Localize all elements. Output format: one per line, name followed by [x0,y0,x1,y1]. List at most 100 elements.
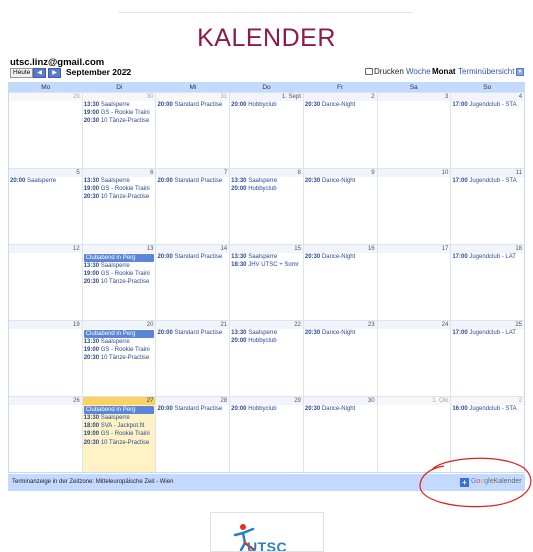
day-cell[interactable]: 15 13:30 Saalsperre 18:30 JHV UTSC + Somr [229,245,303,320]
day-cell[interactable]: 1. Sept 20:00 Hobbyclub [229,93,303,168]
day-cell[interactable]: 17 [376,245,451,320]
day-cell[interactable]: 29 20:00 Hobbyclub [229,397,303,472]
day-cell[interactable]: 14 20:00 Standard Practise [155,245,230,320]
day-number[interactable]: 21 [156,321,230,329]
day-number[interactable]: 1. Okt [377,397,451,405]
day-number[interactable]: 30 [303,397,377,405]
day-number[interactable]: 11 [451,169,525,177]
day-cell[interactable]: 2 20:30 Dance-Night [302,93,377,168]
day-cell[interactable]: 2 16:00 Jugendclub - STA [450,397,525,472]
day-number[interactable]: 19 [9,321,82,329]
calendar-event[interactable]: 18:00 SVA - Jackpot.fit [83,422,156,430]
day-cell[interactable]: 16 20:30 Dance-Night [302,245,377,320]
day-cell-today[interactable]: 27 Clubabend in Perg 13:30 Saalsperre 18:00… [81,397,156,472]
day-cell[interactable]: 18 17:00 Jugendclub - LAT [450,245,525,320]
calendar-event[interactable]: 18:30 JHV UTSC + Somr [230,261,303,269]
tab-week[interactable]: Woche [406,67,431,76]
day-number[interactable]: 2 [451,397,525,405]
all-day-event[interactable]: Clubabend in Perg [83,254,155,262]
day-cell[interactable]: 30 13:30 Saalsperre 19:00 GS - Rookie Trai… [81,93,156,168]
day-number[interactable]: 29 [230,397,303,405]
calendar-event[interactable]: 20:00 Standard Practise [156,101,229,109]
google-calendar-badge[interactable]: + GoogleKalender [460,478,522,487]
day-cell[interactable]: 26 [9,397,82,472]
day-number[interactable]: 29 [9,93,82,101]
calendar-event[interactable]: 20:00 Hobbyclub [230,101,303,109]
calendar-event[interactable]: 20:00 Standard Practise [156,329,229,337]
day-cell[interactable]: 3 [376,93,451,168]
day-number[interactable]: 28 [156,397,230,405]
tab-agenda[interactable]: Terminübersicht [458,67,514,76]
calendar-event[interactable]: 20:00 Saalsperre [9,177,82,185]
day-cell[interactable]: 24 [376,321,451,396]
calendar-event[interactable]: 17:00 Jugendclub - LAT [451,329,524,337]
day-cell[interactable]: 21 20:00 Standard Practise [155,321,230,396]
calendar-event[interactable]: 17:00 Jugendclub - STA [451,101,524,109]
day-cell[interactable]: 28 20:00 Standard Practise [155,397,230,472]
calendar-event[interactable]: 20:30 10 Tänze-Practise [83,278,156,286]
calendar-event[interactable]: 13:30 Saalsperre [83,177,156,185]
day-number[interactable]: 7 [156,169,230,177]
day-cell[interactable]: 20 Clubabend in Perg 13:30 Saalsperre 19:00… [81,321,156,396]
calendar-event[interactable]: 17:00 Jugendclub - STA [451,177,524,185]
day-number[interactable]: 13 [82,245,156,253]
day-cell[interactable]: 1. Okt [376,397,451,472]
day-cell[interactable]: 31 20:00 Standard Practise [155,93,230,168]
calendar-event[interactable]: 19:00 GS - Rookie Traini [83,185,156,193]
day-cell[interactable]: 8 13:30 Saalsperre 20:00 Hobbyclub [229,169,303,244]
tab-month[interactable]: Monat [432,67,456,76]
calendar-event[interactable]: 20:00 Standard Practise [156,177,229,185]
calendar-event[interactable]: 20:30 Dance-Night [304,329,377,337]
day-number[interactable]: 25 [451,321,525,329]
chevron-down-icon[interactable]: ▼ [516,68,524,76]
day-cell[interactable]: 10 [376,169,451,244]
calendar-event[interactable]: 20:30 Dance-Night [304,405,377,413]
next-month-button[interactable]: ▶ [48,68,61,78]
day-number[interactable]: 22 [230,321,303,329]
day-cell[interactable]: 25 17:00 Jugendclub - LAT [450,321,525,396]
calendar-event[interactable]: 13:30 Saalsperre [230,253,303,261]
day-number[interactable]: 30 [82,93,156,101]
calendar-event[interactable]: 20:00 Hobbyclub [230,185,303,193]
calendar-event[interactable]: 20:30 Dance-Night [304,177,377,185]
day-number[interactable]: 10 [377,169,451,177]
calendar-event[interactable]: 19:00 GS - Rookie Traini [83,346,156,354]
all-day-event[interactable]: Clubabend in Perg [83,330,155,338]
day-number[interactable]: 20 [82,321,156,329]
day-number[interactable]: 8 [230,169,303,177]
day-cell[interactable]: 22 13:30 Saalsperre 20:00 Hobbyclub [229,321,303,396]
day-number[interactable]: 1. Sept [230,93,303,101]
calendar-event[interactable]: 20:00 Standard Practise [156,253,229,261]
day-number[interactable]: 3 [377,93,451,101]
day-number[interactable]: 18 [451,245,525,253]
day-cell[interactable]: 12 [9,245,82,320]
day-cell[interactable]: 9 20:30 Dance-Night [302,169,377,244]
calendar-event[interactable]: 20:00 Standard Practise [156,405,229,413]
day-number[interactable]: 27 [82,397,156,405]
day-cell[interactable]: 29 [9,93,82,168]
day-number[interactable]: 24 [377,321,451,329]
day-number[interactable]: 17 [377,245,451,253]
calendar-event[interactable]: 20:30 10 Tänze-Practise [83,354,156,362]
calendar-event[interactable]: 13:30 Saalsperre [230,177,303,185]
day-cell[interactable]: 4 17:00 Jugendclub - STA [450,93,525,168]
day-cell[interactable]: 30 20:30 Dance-Night [302,397,377,472]
day-cell[interactable]: 11 17:00 Jugendclub - STA [450,169,525,244]
day-number[interactable]: 15 [230,245,303,253]
calendar-event[interactable]: 20:30 Dance-Night [304,253,377,261]
today-button[interactable]: Heute [10,68,34,78]
calendar-event[interactable]: 20:30 10 Tänze-Practise [83,439,156,447]
print-button[interactable]: Drucken [365,67,404,76]
day-number[interactable]: 5 [9,169,82,177]
calendar-event[interactable]: 13:30 Saalsperre [83,101,156,109]
calendar-event[interactable]: 13:30 Saalsperre [83,262,156,270]
day-cell[interactable]: 6 13:30 Saalsperre 19:00 GS - Rookie Train… [81,169,156,244]
calendar-event[interactable]: 19:00 GS - Rookie Traini [83,109,156,117]
all-day-event[interactable]: Clubabend in Perg [83,406,155,414]
day-number[interactable]: 2 [303,93,377,101]
calendar-event[interactable]: 13:30 Saalsperre [230,329,303,337]
calendar-event[interactable]: 19:00 GS - Rookie Traini [83,270,156,278]
calendar-event[interactable]: 20:00 Hobbyclub [230,337,303,345]
calendar-event[interactable]: 17:00 Jugendclub - LAT [451,253,524,261]
day-number[interactable]: 9 [303,169,377,177]
